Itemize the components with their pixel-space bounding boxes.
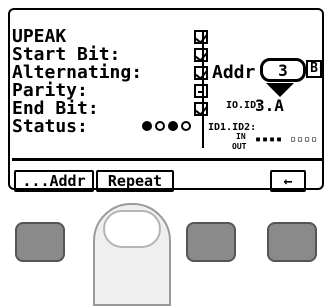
out-label: OUT xyxy=(232,142,247,151)
addr-softkey[interactable]: ...Addr xyxy=(14,170,94,192)
upeak-checkbox[interactable] xyxy=(194,30,208,44)
status-row: Status: xyxy=(12,118,222,136)
status-dot-2 xyxy=(155,121,165,131)
fingernail xyxy=(103,210,161,248)
status-dot-1 xyxy=(142,121,152,131)
status-dot-3 xyxy=(168,121,178,131)
address-pointer-icon xyxy=(266,83,294,97)
horizontal-divider xyxy=(12,158,322,161)
hardware-button-4[interactable] xyxy=(267,222,317,262)
addr-label: Addr xyxy=(212,62,256,83)
io-bit-pattern: ▪▪▪▪ ▫▫▫▫ xyxy=(255,134,319,145)
hardware-button-1[interactable] xyxy=(15,222,65,262)
status-dot-4 xyxy=(181,121,191,131)
in-label: IN xyxy=(236,132,246,141)
address-value-box[interactable]: 3 xyxy=(260,58,306,82)
alternating-checkbox[interactable] xyxy=(194,66,208,80)
address-bank-badge: B xyxy=(306,60,322,78)
settings-list: UPEAK Start Bit: Alternating: Parity: En… xyxy=(12,28,222,136)
hardware-button-3[interactable] xyxy=(186,222,236,262)
status-indicators xyxy=(142,121,191,131)
repeat-softkey[interactable]: Repeat xyxy=(96,170,174,192)
id1-id2-label: ID1.ID2: xyxy=(208,122,257,133)
io-id-value: 3.A xyxy=(255,96,284,115)
status-label: Status: xyxy=(12,116,88,137)
vertical-divider xyxy=(202,30,204,148)
back-softkey[interactable]: ← xyxy=(270,170,306,192)
parity-checkbox[interactable] xyxy=(194,84,208,98)
start-bit-checkbox[interactable] xyxy=(194,48,208,62)
end-bit-checkbox[interactable] xyxy=(194,102,208,116)
